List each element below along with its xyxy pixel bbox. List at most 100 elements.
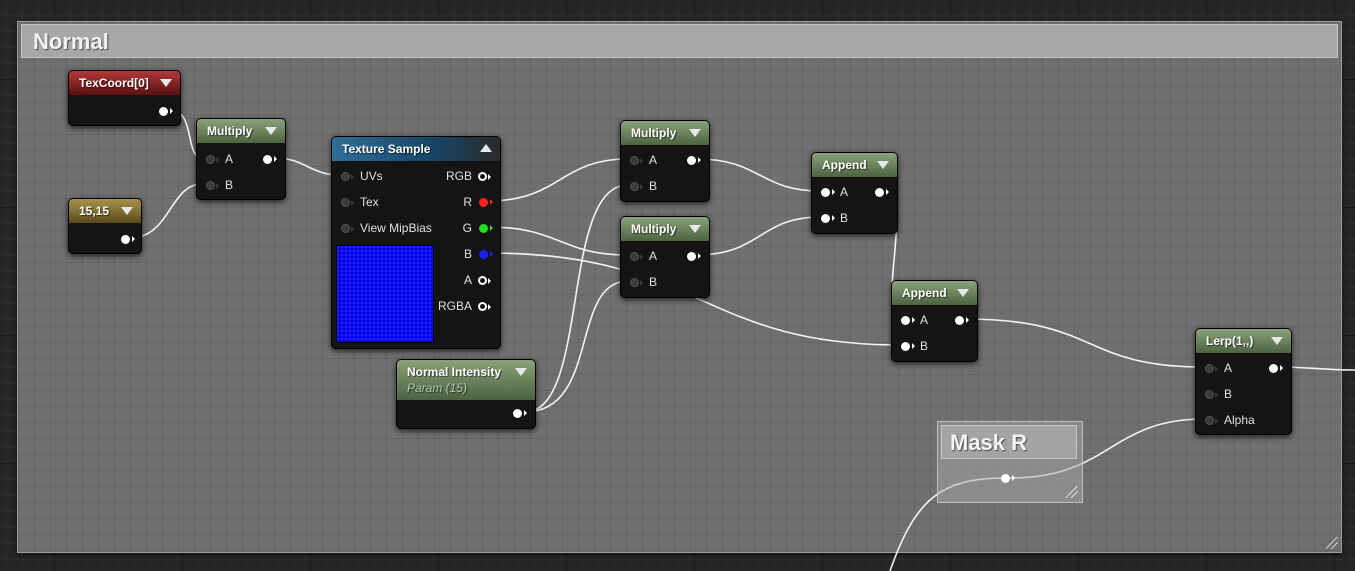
- node-multiply-1-header[interactable]: Multiply: [197, 119, 285, 143]
- texture-input-uvs-pin[interactable]: [341, 172, 354, 181]
- node-constant-15-15[interactable]: 15,15: [68, 198, 142, 254]
- mask-r-pin[interactable]: [1001, 474, 1015, 483]
- texcoord-output-pin[interactable]: [159, 107, 173, 116]
- multiply-1-input-b-pin[interactable]: [206, 181, 219, 190]
- lerp-input-b-label: B: [1224, 387, 1233, 401]
- multiply-3-input-b-label: B: [649, 275, 658, 289]
- node-constant-title: 15,15: [79, 204, 110, 218]
- constant-output-pin[interactable]: [121, 235, 135, 244]
- node-lerp-title: Lerp(1,,): [1206, 334, 1254, 348]
- node-append-1[interactable]: Append A B: [811, 152, 898, 234]
- node-multiply-2[interactable]: Multiply A B: [620, 120, 710, 202]
- multiply-1-input-b-label: B: [225, 178, 234, 192]
- node-multiply-3-title: Multiply: [631, 222, 677, 236]
- append-1-input-a-pin[interactable]: [821, 188, 835, 197]
- append-1-output-pin[interactable]: [875, 188, 889, 197]
- texture-output-rgb-label: RGB: [445, 169, 472, 183]
- multiply-2-input-a-label: A: [649, 153, 658, 167]
- node-constant-header[interactable]: 15,15: [69, 199, 141, 223]
- texture-input-tex-label: Tex: [360, 195, 379, 209]
- chevron-down-icon[interactable]: [689, 225, 701, 233]
- chevron-down-icon[interactable]: [1271, 337, 1283, 345]
- node-texture-sample-header[interactable]: Texture Sample: [332, 137, 500, 161]
- chevron-down-icon[interactable]: [160, 79, 172, 87]
- append-2-input-b-pin[interactable]: [901, 342, 915, 351]
- node-texture-sample[interactable]: Texture Sample UVs Tex View MipBias RGB …: [331, 136, 501, 349]
- node-normal-intensity-subtitle: Param (15): [407, 381, 468, 395]
- texture-output-rgb-pin[interactable]: [478, 172, 491, 181]
- lerp-input-b-pin[interactable]: [1205, 390, 1218, 399]
- multiply-3-input-b-pin[interactable]: [630, 278, 643, 287]
- lerp-input-a-pin[interactable]: [1205, 364, 1218, 373]
- chevron-down-icon[interactable]: [265, 127, 277, 135]
- lerp-output-pin[interactable]: [1269, 364, 1283, 373]
- node-lerp[interactable]: Lerp(1,,) A B Alpha: [1195, 328, 1292, 435]
- node-multiply-2-header[interactable]: Multiply: [621, 121, 709, 145]
- texture-output-g-label: G: [462, 221, 472, 235]
- node-texcoord-title: TexCoord[0]: [79, 76, 149, 90]
- texture-output-b-label: B: [463, 247, 472, 261]
- lerp-input-alpha-pin[interactable]: [1205, 416, 1218, 425]
- resize-grip-icon[interactable]: [1326, 537, 1338, 549]
- texture-output-rgba-label: RGBA: [437, 299, 472, 313]
- chevron-down-icon[interactable]: [515, 368, 527, 376]
- lerp-input-a-label: A: [1224, 361, 1233, 375]
- texture-output-a-label: A: [463, 273, 472, 287]
- append-2-input-a-pin[interactable]: [901, 316, 915, 325]
- node-append-2-title: Append: [902, 286, 947, 300]
- node-multiply-3[interactable]: Multiply A B: [620, 216, 710, 298]
- texture-output-g-pin[interactable]: [479, 224, 493, 233]
- append-2-input-a-label: A: [920, 313, 929, 327]
- append-1-input-a-label: A: [840, 185, 849, 199]
- node-normal-intensity[interactable]: Normal Intensity Param (15): [396, 359, 536, 429]
- texture-input-mipbias-label: View MipBias: [360, 221, 432, 235]
- multiply-1-input-a-label: A: [225, 152, 234, 166]
- append-2-output-pin[interactable]: [955, 316, 969, 325]
- texture-output-r-pin[interactable]: [479, 198, 493, 207]
- multiply-1-input-a-pin[interactable]: [206, 155, 219, 164]
- normal-intensity-output-pin[interactable]: [513, 409, 527, 418]
- lerp-input-alpha-label: Alpha: [1224, 413, 1255, 427]
- multiply-2-output-pin[interactable]: [687, 156, 701, 165]
- texture-output-r-label: R: [463, 195, 472, 209]
- multiply-3-output-pin[interactable]: [687, 252, 701, 261]
- node-mask-r[interactable]: Mask R: [937, 421, 1083, 503]
- chevron-up-icon[interactable]: [480, 144, 492, 152]
- texture-input-tex-pin[interactable]: [341, 198, 354, 207]
- node-append-2[interactable]: Append A B: [891, 280, 978, 362]
- node-texcoord-header[interactable]: TexCoord[0]: [69, 71, 180, 95]
- multiply-3-input-a-label: A: [649, 249, 658, 263]
- chevron-down-icon[interactable]: [689, 129, 701, 137]
- multiply-2-input-a-pin[interactable]: [630, 156, 643, 165]
- node-texture-sample-title: Texture Sample: [342, 142, 431, 156]
- node-append-1-header[interactable]: Append: [812, 153, 897, 177]
- node-texcoord[interactable]: TexCoord[0]: [68, 70, 181, 126]
- node-multiply-2-title: Multiply: [631, 126, 677, 140]
- resize-grip-icon[interactable]: [1066, 486, 1078, 498]
- chevron-down-icon[interactable]: [121, 207, 133, 215]
- texture-output-rgba-pin[interactable]: [478, 302, 491, 311]
- node-normal-intensity-header[interactable]: Normal Intensity Param (15): [397, 360, 535, 400]
- texture-output-b-pin[interactable]: [479, 250, 493, 259]
- append-1-input-b-label: B: [840, 211, 849, 225]
- node-append-1-title: Append: [822, 158, 867, 172]
- node-multiply-1-title: Multiply: [207, 124, 253, 138]
- node-lerp-header[interactable]: Lerp(1,,): [1196, 329, 1291, 353]
- multiply-3-input-a-pin[interactable]: [630, 252, 643, 261]
- node-multiply-1[interactable]: Multiply A B: [196, 118, 286, 200]
- texture-input-uvs-label: UVs: [360, 169, 383, 183]
- append-2-input-b-label: B: [920, 339, 929, 353]
- node-mask-r-title[interactable]: Mask R: [941, 425, 1077, 459]
- chevron-down-icon[interactable]: [877, 161, 889, 169]
- multiply-1-output-pin[interactable]: [263, 155, 277, 164]
- multiply-2-input-b-label: B: [649, 179, 658, 193]
- node-append-2-header[interactable]: Append: [892, 281, 977, 305]
- chevron-down-icon[interactable]: [957, 289, 969, 297]
- append-1-input-b-pin[interactable]: [821, 214, 835, 223]
- multiply-2-input-b-pin[interactable]: [630, 182, 643, 191]
- texture-input-mipbias-pin[interactable]: [341, 224, 354, 233]
- texture-preview-image: [336, 245, 434, 343]
- comment-box-title[interactable]: Normal: [21, 24, 1338, 58]
- node-multiply-3-header[interactable]: Multiply: [621, 217, 709, 241]
- texture-output-a-pin[interactable]: [478, 276, 491, 285]
